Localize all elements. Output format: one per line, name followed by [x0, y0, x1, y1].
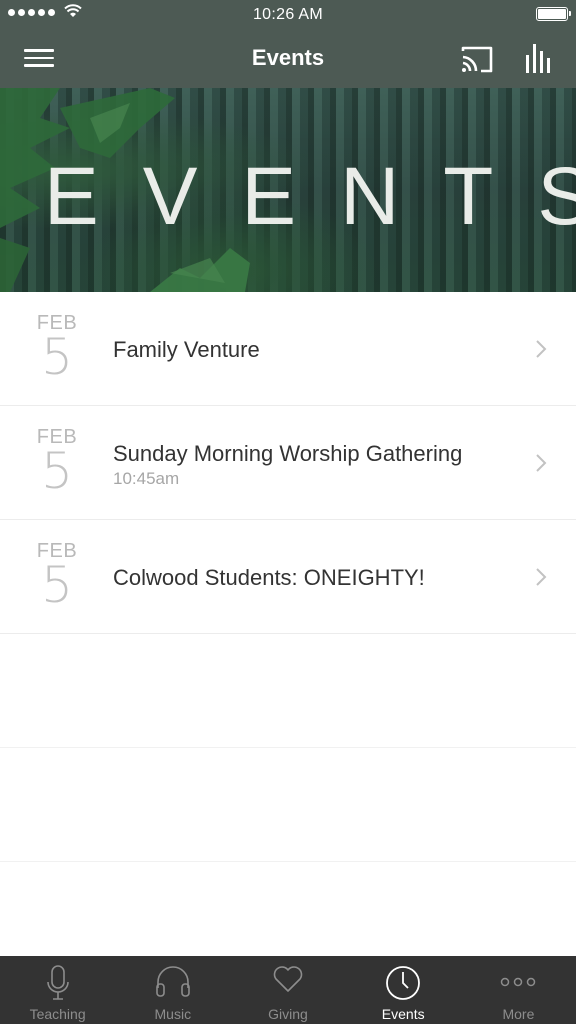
chevron-right-icon [536, 568, 547, 586]
tab-music[interactable]: Music [115, 956, 230, 1024]
tab-more[interactable]: More [461, 956, 576, 1024]
empty-row [0, 634, 576, 748]
microphone-icon [46, 965, 69, 1000]
status-bar: 10:26 AM [0, 0, 576, 30]
tab-bar: Teaching Music Giving Events More [0, 956, 576, 1024]
tab-label: Giving [268, 1006, 308, 1022]
stats-bars-icon[interactable] [524, 42, 552, 74]
event-title: Colwood Students: ONEIGHTY! [113, 565, 425, 590]
clock-icon [386, 966, 421, 1000]
heart-icon [273, 966, 303, 992]
more-dots-icon [501, 977, 536, 987]
tab-giving[interactable]: Giving [230, 956, 345, 1024]
tab-label: Music [154, 1006, 192, 1022]
tab-label: More [502, 1006, 535, 1022]
tab-label: Events [381, 1006, 425, 1022]
tab-teaching[interactable]: Teaching [0, 956, 115, 1024]
chevron-right-icon [536, 454, 547, 472]
event-title: Family Venture [113, 337, 260, 362]
nav-bar: Events [0, 30, 576, 88]
event-row-family-venture[interactable]: FEB 5 Family Venture [0, 292, 576, 406]
headphones-icon [155, 966, 190, 997]
event-day: 5 [41, 556, 73, 614]
event-day: 5 [41, 442, 73, 500]
event-row-sunday-worship[interactable]: FEB 5 Sunday Morning Worship Gathering 1… [0, 406, 576, 520]
empty-row [0, 748, 576, 862]
event-row-colwood-students[interactable]: FEB 5 Colwood Students: ONEIGHTY! [0, 520, 576, 634]
events-banner: EVENTS [0, 88, 576, 292]
chevron-right-icon [536, 340, 547, 358]
event-time: 10:45am [113, 469, 180, 488]
event-day: 5 [41, 328, 73, 386]
banner-title: EVENTS [44, 151, 576, 242]
cast-icon[interactable] [460, 44, 494, 74]
events-list: FEB 5 Family Venture FEB 5 Sunday Mornin… [0, 292, 576, 862]
tab-label: Teaching [29, 1006, 86, 1022]
status-time: 10:26 AM [252, 6, 323, 23]
event-title: Sunday Morning Worship Gathering [113, 441, 463, 466]
tab-events[interactable]: Events [346, 956, 461, 1024]
battery-icon [536, 7, 571, 21]
